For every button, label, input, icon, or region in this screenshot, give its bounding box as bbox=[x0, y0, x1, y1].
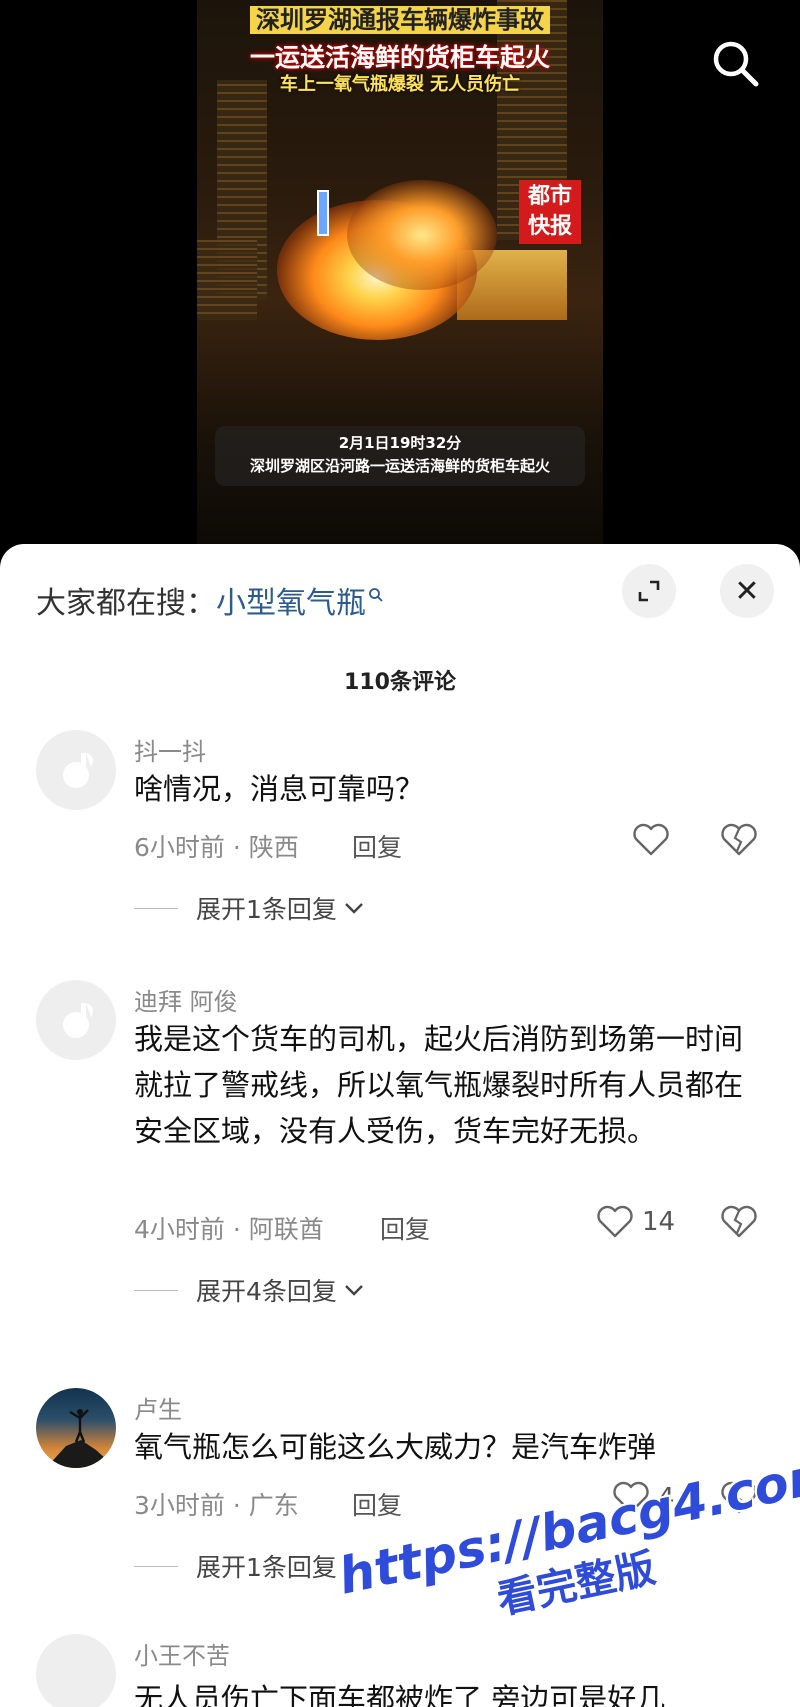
comment-text: 我是这个货车的司机，起火后消防到场第一时间就拉了警戒线，所以氧气瓶爆裂时所有人员… bbox=[134, 1022, 744, 1148]
video-caption: 2月1日19时32分 深圳罗湖区沿河路一运送活海鲜的货柜车起火 bbox=[215, 426, 585, 486]
avatar[interactable] bbox=[36, 1634, 116, 1707]
video-headline-sub: 车上一氧气瓶爆裂 无人员伤亡 bbox=[279, 74, 521, 95]
expand-replies-button[interactable]: 展开4条回复 bbox=[134, 1272, 365, 1308]
person-silhouette-icon bbox=[46, 1409, 116, 1468]
avatar[interactable] bbox=[36, 980, 116, 1060]
comment-username[interactable]: 小王不苦 bbox=[134, 1636, 230, 1671]
caption-text: 深圳罗湖区沿河路一运送活海鲜的货柜车起火 bbox=[249, 457, 550, 475]
comment-count: 110条评论 bbox=[344, 670, 456, 695]
video-headline-main: 一运送活海鲜的货柜车起火 bbox=[249, 43, 550, 72]
building-decoration bbox=[197, 240, 257, 320]
avatar[interactable] bbox=[36, 1388, 116, 1468]
close-icon: ✕ bbox=[734, 573, 760, 609]
heart-icon bbox=[597, 1205, 633, 1238]
comment-text: 无人员伤亡下面车都被炸了 旁边可是好几 bbox=[134, 1682, 666, 1707]
like-count: 14 bbox=[642, 1207, 676, 1237]
video-headline-top: 深圳罗湖通报车辆爆炸事故 bbox=[197, 0, 603, 35]
close-button[interactable]: ✕ bbox=[720, 564, 774, 618]
reply-button[interactable]: 回复 bbox=[352, 1486, 402, 1522]
comment-username[interactable]: 迪拜 阿俊 bbox=[134, 982, 238, 1017]
divider-line bbox=[134, 1565, 178, 1567]
like-button[interactable] bbox=[632, 823, 678, 857]
dislike-button[interactable] bbox=[720, 823, 758, 861]
like-button[interactable]: 14 bbox=[596, 1205, 675, 1239]
chevron-down-icon bbox=[345, 1285, 363, 1296]
comment-text: 啥情况，消息可靠吗？ bbox=[134, 772, 425, 806]
chevron-down-icon bbox=[345, 903, 363, 914]
default-avatar-icon bbox=[63, 753, 94, 788]
comment-meta: 3小时前 · 广东 bbox=[134, 1491, 299, 1520]
news-logo-line: 都市 bbox=[527, 184, 572, 209]
caption-time: 2月1日19时32分 bbox=[338, 434, 462, 452]
reply-button[interactable]: 回复 bbox=[352, 828, 402, 864]
broken-heart-icon bbox=[721, 1205, 757, 1238]
search-button[interactable] bbox=[708, 36, 768, 96]
video-player[interactable]: 深圳罗湖通报车辆爆炸事故 一运送活海鲜的货柜车起火 车上一氧气瓶爆裂 无人员伤亡… bbox=[0, 0, 800, 560]
expand-replies-label: 展开1条回复 bbox=[196, 895, 337, 924]
video-frame[interactable]: 深圳罗湖通报车辆爆炸事故 一运送活海鲜的货柜车起火 车上一氧气瓶爆裂 无人员伤亡… bbox=[197, 0, 603, 545]
avatar[interactable] bbox=[36, 730, 116, 810]
expand-button[interactable] bbox=[622, 564, 676, 618]
trending-search[interactable]: 大家都在搜：小型氧气瓶 bbox=[36, 576, 384, 622]
expand-replies-label: 展开4条回复 bbox=[196, 1277, 337, 1306]
heart-icon bbox=[633, 823, 669, 856]
divider-line bbox=[134, 1289, 178, 1291]
divider-line bbox=[134, 907, 178, 909]
news-logo-line: 快报 bbox=[527, 214, 572, 239]
search-icon bbox=[368, 576, 384, 611]
trending-label: 大家都在搜： bbox=[36, 586, 216, 621]
comment-text: 氧气瓶怎么可能这么大威力？是汽车炸弹 bbox=[134, 1430, 657, 1464]
reply-button[interactable]: 回复 bbox=[380, 1210, 430, 1246]
comment-username[interactable]: 卢生 bbox=[134, 1390, 182, 1425]
expand-replies-button[interactable]: 展开1条回复 bbox=[134, 890, 365, 926]
search-icon bbox=[713, 41, 759, 87]
broken-heart-icon bbox=[721, 823, 757, 856]
default-avatar-icon bbox=[63, 1003, 94, 1038]
comment-meta: 4小时前 · 阿联酋 bbox=[134, 1215, 324, 1244]
trending-keyword[interactable]: 小型氧气瓶 bbox=[216, 586, 366, 621]
expand-replies-button[interactable]: 展开1条回复 bbox=[134, 1548, 365, 1584]
expand-icon bbox=[638, 580, 660, 602]
sign-light bbox=[317, 190, 329, 236]
expand-replies-label: 展开1条回复 bbox=[196, 1553, 337, 1582]
comment-meta: 6小时前 · 陕西 bbox=[134, 833, 299, 862]
news-logo: 都市 快报 bbox=[519, 180, 581, 244]
fire-glow bbox=[347, 180, 497, 290]
comment-username[interactable]: 抖一抖 bbox=[134, 732, 206, 767]
dislike-button[interactable] bbox=[720, 1205, 758, 1243]
